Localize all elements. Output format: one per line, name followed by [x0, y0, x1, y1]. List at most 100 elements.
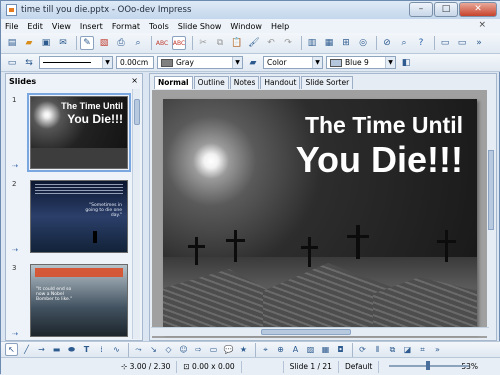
select-arrow-icon[interactable]: ↖	[5, 343, 18, 356]
paste-icon[interactable]: 📋	[230, 36, 244, 50]
points-icon[interactable]: ⌖	[259, 343, 272, 356]
new-document-icon[interactable]: ▤	[5, 36, 19, 50]
close-slides-panel-button[interactable]: ×	[131, 76, 138, 85]
line-color-select[interactable]: Gray ▼	[157, 56, 243, 69]
stars-icon[interactable]: ★	[237, 343, 250, 356]
email-icon[interactable]: ✉	[56, 36, 70, 50]
area-icon[interactable]: ▰	[246, 56, 260, 70]
lines-arrows-icon[interactable]: ↘	[147, 343, 160, 356]
zoom-slider-handle[interactable]	[426, 361, 430, 370]
line-style-select[interactable]: ▼	[39, 56, 113, 69]
editor-horizontal-scrollbar[interactable]	[151, 327, 489, 336]
save-icon[interactable]: ▣	[39, 36, 53, 50]
menu-edit[interactable]: Edit	[27, 22, 43, 31]
table-icon[interactable]: ▦	[322, 36, 336, 50]
menu-view[interactable]: View	[52, 22, 71, 31]
open-folder-icon[interactable]: ▰	[22, 36, 36, 50]
print-icon[interactable]: ⎙	[114, 36, 128, 50]
print-preview-icon[interactable]: ⌕	[131, 36, 145, 50]
scrollbar-thumb[interactable]	[488, 150, 494, 230]
tab-outline[interactable]: Outline	[193, 76, 229, 89]
ellipse-icon[interactable]: ⬬	[65, 343, 78, 356]
extrusion-icon[interactable]: ◘	[334, 343, 347, 356]
undo-icon[interactable]: ↶	[264, 36, 278, 50]
status-slide: Slide 1 / 21	[284, 360, 339, 373]
tab-handout[interactable]: Handout	[260, 76, 301, 89]
status-layout[interactable]: Default	[339, 360, 380, 373]
basic-shapes-icon[interactable]: ◇	[162, 343, 175, 356]
slide-title-line2[interactable]: You Die!!!	[296, 139, 463, 181]
status-modified[interactable]	[242, 360, 284, 373]
toolbar-overflow-icon[interactable]: »	[472, 36, 486, 50]
zoom-icon[interactable]: ⌕	[397, 36, 411, 50]
line-ends-icon[interactable]: ⇆	[22, 56, 36, 70]
menu-tools[interactable]: Tools	[149, 22, 169, 31]
toolbar-separator	[151, 36, 152, 50]
align-icon[interactable]: ⫴	[371, 343, 384, 356]
help-icon[interactable]: ?	[414, 36, 428, 50]
slide-title-line1[interactable]: The Time Until	[305, 112, 463, 139]
vertical-text-icon[interactable]: ⁞	[95, 343, 108, 356]
rotate-icon[interactable]: ⟳	[356, 343, 369, 356]
menu-insert[interactable]: Insert	[80, 22, 103, 31]
slide-layout-icon[interactable]: ▭	[455, 36, 469, 50]
size-icon: ⊡	[183, 361, 193, 371]
rectangle-icon[interactable]: ▬	[50, 343, 63, 356]
menu-window[interactable]: Window	[230, 22, 262, 31]
flowchart-icon[interactable]: ▭	[207, 343, 220, 356]
export-pdf-icon[interactable]: ▧	[97, 36, 111, 50]
from-file-icon[interactable]: ▨	[304, 343, 317, 356]
close-document-button[interactable]: ×	[478, 20, 486, 30]
toolbar-overflow-icon[interactable]: »	[431, 343, 444, 356]
area-style-select[interactable]: Color ▼	[263, 56, 323, 69]
menu-format[interactable]: Format	[112, 22, 140, 31]
fontwork-icon[interactable]: A	[289, 343, 302, 356]
editor-vertical-scrollbar[interactable]	[487, 90, 495, 338]
redo-icon[interactable]: ↷	[281, 36, 295, 50]
gallery-icon[interactable]: ▦	[319, 343, 332, 356]
shadow-icon[interactable]: ◧	[399, 56, 413, 70]
spellcheck-icon[interactable]: ABC	[155, 36, 169, 50]
clone-formatting-icon[interactable]: 🖌	[247, 36, 261, 50]
arrow-line-icon[interactable]: →	[35, 343, 48, 356]
slides-panel-scrollbar[interactable]	[132, 89, 140, 339]
scrollbar-thumb[interactable]	[134, 99, 140, 125]
slide-design-icon[interactable]: ▭	[438, 36, 452, 50]
line-width-field[interactable]: 0.00cm	[116, 56, 154, 69]
text-tool-icon[interactable]: T	[80, 343, 93, 356]
menu-help[interactable]: Help	[271, 22, 289, 31]
symbol-shapes-icon[interactable]: ☺	[177, 343, 190, 356]
slide-thumbnail-3[interactable]: "It could end so now a Nobel Bomber to l…	[30, 264, 128, 337]
line-style-icon[interactable]: ▭	[5, 56, 19, 70]
tab-slide-sorter[interactable]: Slide Sorter	[301, 76, 354, 89]
slide-thumbnail-2[interactable]: "Sometimes in going to die one day."	[30, 180, 128, 253]
autospellcheck-icon[interactable]: ABC	[172, 36, 186, 50]
scrollbar-thumb[interactable]	[261, 329, 351, 335]
current-slide[interactable]: The Time Until You Die!!!	[163, 99, 477, 333]
shadow-toggle-icon[interactable]: ◪	[401, 343, 414, 356]
callouts-icon[interactable]: 💬	[222, 343, 235, 356]
tab-normal[interactable]: Normal	[154, 76, 193, 89]
draw-functions-icon[interactable]: ⊘	[380, 36, 394, 50]
chart-icon[interactable]: ▥	[305, 36, 319, 50]
navigator-icon[interactable]: ◎	[356, 36, 370, 50]
menu-slide-show[interactable]: Slide Show	[178, 22, 222, 31]
menu-file[interactable]: File	[5, 22, 18, 31]
display-grid-icon[interactable]: ⊞	[339, 36, 353, 50]
minimize-button[interactable]: –	[409, 2, 433, 17]
curve-tool-icon[interactable]: ∿	[110, 343, 123, 356]
glue-points-icon[interactable]: ⊕	[274, 343, 287, 356]
connector-icon[interactable]: ⤳	[132, 343, 145, 356]
slide-thumbnail-1[interactable]: The Time Until You Die!!!	[27, 93, 131, 172]
fill-color-select[interactable]: Blue 9 ▼	[326, 56, 396, 69]
maximize-button[interactable]: □	[434, 2, 458, 17]
copy-icon[interactable]: ⧉	[213, 36, 227, 50]
block-arrows-icon[interactable]: ⇨	[192, 343, 205, 356]
edit-file-icon[interactable]: ✎	[80, 36, 94, 50]
cut-icon[interactable]: ✂	[196, 36, 210, 50]
line-tool-icon[interactable]: ╱	[20, 343, 33, 356]
tab-notes[interactable]: Notes	[229, 76, 260, 89]
close-window-button[interactable]: ✕	[459, 2, 497, 17]
arrange-icon[interactable]: ⧉	[386, 343, 399, 356]
crop-icon[interactable]: ⌗	[416, 343, 429, 356]
